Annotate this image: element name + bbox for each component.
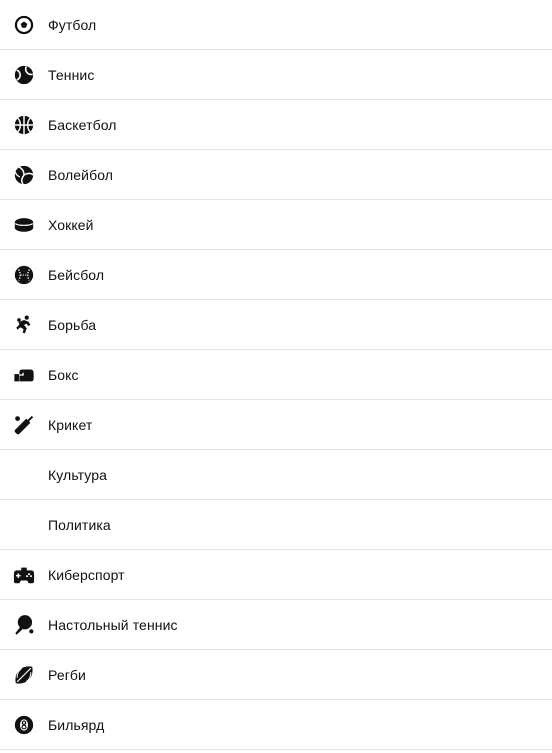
wrestling-icon	[13, 314, 35, 336]
menu-item-boxing[interactable]: Бокс	[0, 350, 552, 400]
menu-item-label: Бейсбол	[48, 266, 105, 283]
gamepad-icon	[13, 564, 35, 586]
baseball-icon	[13, 264, 35, 286]
menu-item-label: Культура	[48, 466, 108, 483]
menu-item-label: Бокс	[48, 366, 79, 383]
menu-item-tennis[interactable]: Теннис	[0, 50, 552, 100]
hockey-puck-icon	[13, 214, 35, 236]
menu-item-label: Теннис	[48, 66, 95, 83]
menu-item-label: Хоккей	[48, 216, 94, 233]
soccer-ball-icon	[13, 14, 35, 36]
menu-item-football[interactable]: Футбол	[0, 0, 552, 50]
rugby-ball-icon	[13, 664, 35, 686]
menu-item-basketball[interactable]: Баскетбол	[0, 100, 552, 150]
menu-item-label: Бильярд	[48, 716, 105, 733]
menu-item-wrestling[interactable]: Борьба	[0, 300, 552, 350]
menu-item-label: Политика	[48, 516, 111, 533]
menu-item-volleyball[interactable]: Волейбол	[0, 150, 552, 200]
boxing-glove-icon	[13, 364, 35, 386]
menu-item-label: Киберспорт	[48, 566, 125, 583]
menu-item-hockey[interactable]: Хоккей	[0, 200, 552, 250]
tennis-ball-icon	[13, 64, 35, 86]
basketball-icon	[13, 114, 35, 136]
menu-item-billiards[interactable]: Бильярд	[0, 700, 552, 750]
menu-item-rugby[interactable]: Регби	[0, 650, 552, 700]
menu-item-label: Баскетбол	[48, 116, 117, 133]
menu-item-table-tennis[interactable]: Настольный теннис	[0, 600, 552, 650]
menu-item-baseball[interactable]: Бейсбол	[0, 250, 552, 300]
volleyball-icon	[13, 164, 35, 186]
menu-item-politics[interactable]: Политика	[0, 500, 552, 550]
billiard-ball-icon	[13, 714, 35, 736]
cricket-bat-icon	[13, 414, 35, 436]
table-tennis-icon	[13, 614, 35, 636]
menu-item-cricket[interactable]: Крикет	[0, 400, 552, 450]
menu-item-label: Регби	[48, 666, 86, 683]
menu-item-label: Настольный теннис	[48, 616, 178, 633]
menu-item-culture[interactable]: Культура	[0, 450, 552, 500]
menu-item-label: Футбол	[48, 16, 97, 33]
sports-menu: Футбол Теннис Баскетбол Волейбол Хоккей …	[0, 0, 552, 750]
menu-item-esports[interactable]: Киберспорт	[0, 550, 552, 600]
menu-item-label: Борьба	[48, 316, 97, 333]
menu-item-label: Крикет	[48, 416, 93, 433]
menu-item-label: Волейбол	[48, 166, 114, 183]
